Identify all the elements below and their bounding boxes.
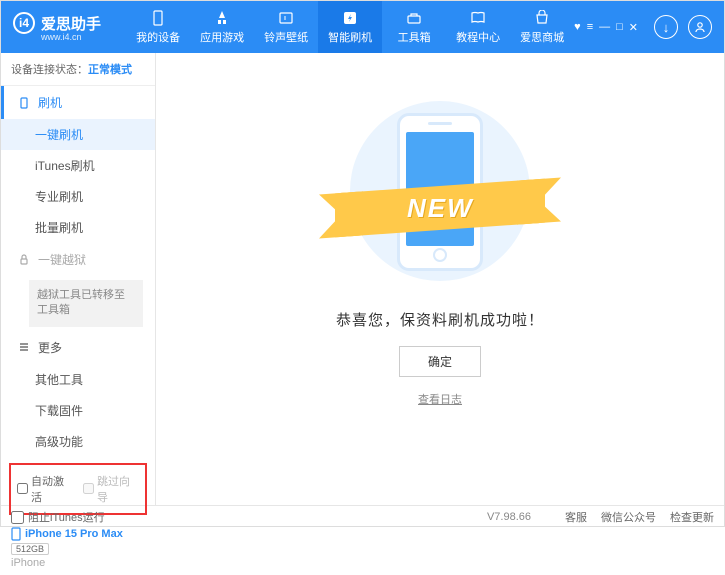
footer-support[interactable]: 客服	[565, 509, 587, 525]
menu-icon[interactable]: ♥	[574, 21, 581, 34]
footer-wechat[interactable]: 微信公众号	[601, 509, 656, 525]
checkbox-block-itunes[interactable]: 阻止iTunes运行	[11, 509, 105, 525]
music-icon	[277, 10, 295, 26]
header-right: ♥ ≡ — □ ✕ ↓	[574, 15, 724, 39]
app-url: www.i4.cn	[41, 32, 126, 42]
maximize-icon[interactable]: □	[616, 21, 623, 34]
nav-apps-games[interactable]: 应用游戏	[190, 1, 254, 53]
device-info[interactable]: iPhone 15 Pro Max 512GB iPhone	[1, 521, 155, 575]
sidebar-item-advanced[interactable]: 高级功能	[1, 426, 155, 457]
logo-area: i4 爱思助手 www.i4.cn	[1, 12, 126, 42]
sidebar-item-other-tools[interactable]: 其他工具	[1, 364, 155, 395]
window-controls: ♥ ≡ — □ ✕	[574, 21, 638, 34]
logo-icon: i4	[13, 12, 35, 34]
sidebar: 设备连接状态：正常模式 刷机 一键刷机 iTunes刷机 专业刷机 批量刷机 一…	[1, 53, 156, 505]
sidebar-item-itunes-flash[interactable]: iTunes刷机	[1, 150, 155, 181]
lock-icon	[18, 254, 30, 266]
nav-my-device[interactable]: 我的设备	[126, 1, 190, 53]
device-phone-icon	[11, 527, 21, 541]
toolbox-icon	[405, 10, 423, 26]
sidebar-item-download-firmware[interactable]: 下载固件	[1, 395, 155, 426]
success-message: 恭喜您，保资料刷机成功啦！	[336, 309, 544, 330]
checkbox-skip-guide[interactable]: 跳过向导	[83, 473, 139, 505]
app-header: i4 爱思助手 www.i4.cn 我的设备 应用游戏 铃声壁纸 智能刷机 工具…	[1, 1, 724, 53]
footer-check-update[interactable]: 检查更新	[670, 509, 714, 525]
sidebar-item-onekey-flash[interactable]: 一键刷机	[1, 119, 155, 150]
sidebar-item-batch-flash[interactable]: 批量刷机	[1, 212, 155, 243]
app-name: 爱思助手	[41, 13, 101, 34]
device-icon	[149, 10, 167, 26]
nav-smart-flash[interactable]: 智能刷机	[318, 1, 382, 53]
sidebar-item-pro-flash[interactable]: 专业刷机	[1, 181, 155, 212]
minimize-icon[interactable]: —	[599, 21, 610, 34]
checkbox-auto-activate[interactable]: 自动激活	[17, 473, 73, 505]
settings-icon[interactable]: ≡	[587, 21, 593, 34]
success-illustration: NEW	[335, 91, 545, 291]
book-icon	[469, 10, 487, 26]
user-button[interactable]	[688, 15, 712, 39]
apps-icon	[213, 10, 231, 26]
flash-section-icon	[18, 97, 30, 109]
sidebar-header-jailbreak: 一键越狱	[1, 243, 155, 276]
close-icon[interactable]: ✕	[629, 21, 638, 34]
main-content: NEW 恭喜您，保资料刷机成功啦！ 确定 查看日志	[156, 53, 724, 505]
nav-tutorials[interactable]: 教程中心	[446, 1, 510, 53]
view-log-link[interactable]: 查看日志	[418, 391, 462, 407]
nav-store[interactable]: 爱思商城	[510, 1, 574, 53]
device-name: iPhone 15 Pro Max	[25, 528, 123, 540]
sidebar-header-more[interactable]: 更多	[1, 331, 155, 364]
connection-status: 设备连接状态：正常模式	[1, 53, 155, 86]
version-label: V7.98.66	[487, 511, 531, 523]
device-capacity: 512GB	[11, 543, 49, 555]
top-nav: 我的设备 应用游戏 铃声壁纸 智能刷机 工具箱 教程中心 爱思商城	[126, 1, 574, 53]
device-type: iPhone	[11, 557, 145, 569]
options-panel: 自动激活 跳过向导	[9, 463, 147, 515]
download-button[interactable]: ↓	[654, 15, 678, 39]
jailbreak-notice: 越狱工具已转移至工具箱	[29, 280, 143, 327]
ribbon-text: NEW	[407, 193, 474, 224]
flash-icon	[341, 10, 359, 26]
sidebar-header-flash[interactable]: 刷机	[1, 86, 155, 119]
ok-button[interactable]: 确定	[399, 346, 481, 377]
store-icon	[533, 10, 551, 26]
more-icon	[18, 341, 30, 353]
nav-toolbox[interactable]: 工具箱	[382, 1, 446, 53]
nav-ringtones[interactable]: 铃声壁纸	[254, 1, 318, 53]
